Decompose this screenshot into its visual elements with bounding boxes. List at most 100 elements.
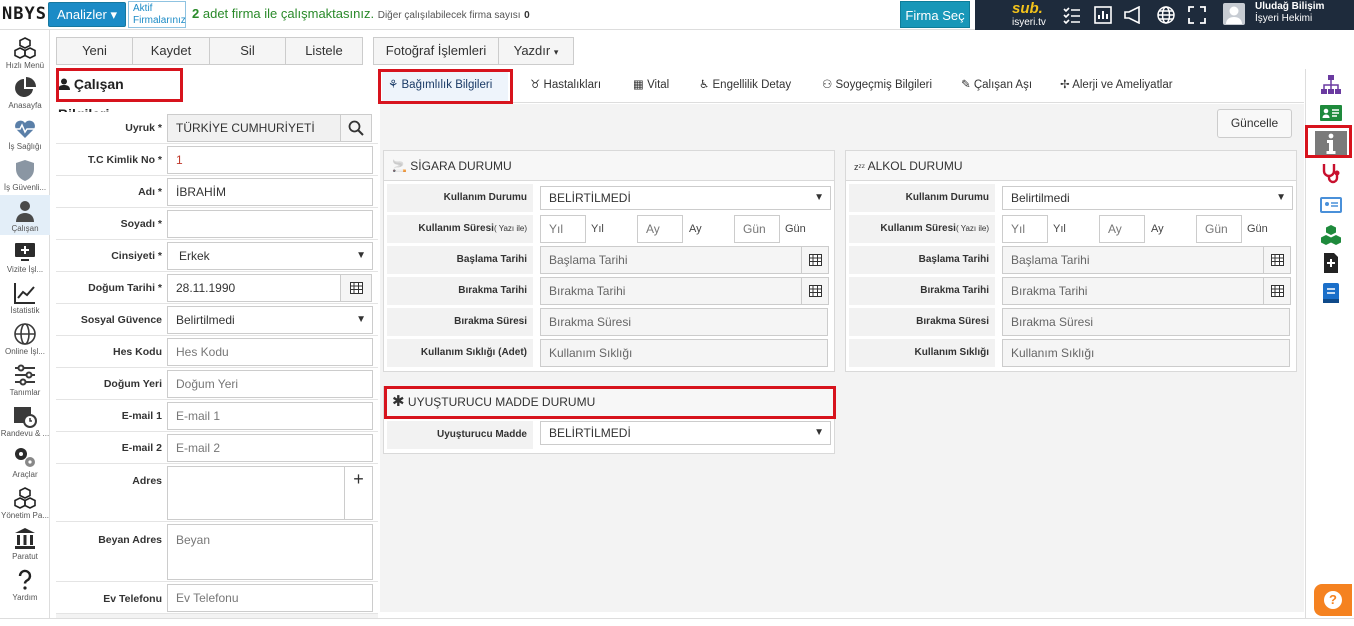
medical-monitor-icon (15, 243, 35, 261)
sosyal-guvence-select[interactable]: Belirtilmedi ▼ (167, 306, 373, 334)
aktif-firmalar-box[interactable]: Aktif Firmalarınız (128, 1, 186, 28)
nav-istatistik[interactable]: İstatistik (0, 277, 50, 317)
stethoscope-icon[interactable] (1320, 162, 1342, 184)
sub-isyeri-tv-logo[interactable]: sub. isyeri.tv (1012, 1, 1046, 30)
sigara-birakma-tarihi-input[interactable]: Bırakma Tarihi (540, 277, 802, 305)
kaydet-button[interactable]: Kaydet (132, 37, 210, 65)
green-cubes-icon[interactable] (1320, 224, 1342, 246)
email2-input[interactable]: E-mail 2 (167, 434, 373, 462)
tab-bagimlilik-bilgileri[interactable]: ⚘ Bağımlılık Bilgileri (382, 69, 508, 103)
nav-calisan[interactable]: Çalışan (0, 195, 50, 235)
guncelle-button[interactable]: Güncelle (1217, 109, 1292, 138)
cinsiyet-select[interactable]: Erkek ▼ (167, 242, 373, 270)
nav-is-sagligi[interactable]: İş Sağlığı (0, 113, 50, 153)
plus-icon: + (353, 469, 364, 489)
id-card-icon[interactable] (1320, 102, 1342, 124)
nav-araclar[interactable]: Araçlar (0, 441, 50, 481)
dogum-tarihi-input[interactable]: 28.11.1990 (167, 274, 341, 302)
sigara-yil-input[interactable]: Yıl (540, 215, 586, 243)
medical-file-icon[interactable] (1320, 252, 1342, 274)
firma-sec-button[interactable]: Firma Seç (900, 1, 970, 28)
line-chart-icon (14, 283, 35, 304)
nav-paratut[interactable]: Paratut (0, 523, 50, 563)
alkol-baslama-tarihi-row: Başlama Tarihi Başlama Tarihi (849, 246, 1295, 274)
nav-vizite[interactable]: Vizite İşl... (0, 236, 50, 276)
nav-randevu[interactable]: Randevu & ... (0, 400, 50, 440)
caret-down-icon: ▾ (553, 47, 559, 57)
bank-icon (15, 528, 35, 549)
alkol-baslama-tarihi-input[interactable]: Başlama Tarihi (1002, 246, 1264, 274)
calendar-grid-icon (1271, 254, 1284, 266)
sigara-ay-input[interactable]: Ay (637, 215, 683, 243)
email1-input[interactable]: E-mail 1 (167, 402, 373, 430)
sigara-birakma-calendar-button[interactable] (801, 277, 829, 305)
alkol-yil-input[interactable]: Yıl (1002, 215, 1048, 243)
notebook-icon[interactable] (1320, 282, 1342, 304)
alkol-gun-input[interactable]: Gün (1196, 215, 1242, 243)
add-adres-button[interactable]: + (344, 466, 373, 520)
fotograf-islemleri-button[interactable]: Fotoğraf İşlemleri (373, 37, 499, 65)
listele-button[interactable]: Listele (285, 37, 363, 65)
yeni-button[interactable]: Yeni (56, 37, 133, 65)
user-name[interactable]: Uludağ Bilişim İşyeri Hekimi (1255, 1, 1324, 25)
megaphone-icon[interactable] (1123, 5, 1145, 25)
uyruk-input[interactable]: TÜRKİYE CUMHURİYETİ (167, 114, 341, 142)
fullscreen-icon[interactable] (1188, 6, 1206, 24)
globe-icon[interactable] (1157, 6, 1175, 24)
sigara-birakma-suresi-input[interactable]: Bırakma Süresi (540, 308, 828, 336)
report-chart-icon[interactable] (1094, 6, 1112, 24)
wheelchair-icon: ♿ (699, 79, 710, 91)
dogum-yeri-input[interactable]: Doğum Yeri (167, 370, 373, 398)
nav-anasayfa[interactable]: Anasayfa (0, 72, 50, 112)
user-avatar[interactable] (1223, 3, 1245, 25)
nav-is-guvenligi[interactable]: İş Güvenli... (0, 154, 50, 194)
analizler-dropdown-button[interactable]: Analizler ▾ (48, 2, 126, 27)
tc-kimlik-input[interactable]: 1 (167, 146, 373, 174)
tab-alerji-ameliyatlar[interactable]: ✢ Alerji ve Ameliyatlar (1060, 69, 1173, 103)
help-button[interactable]: ? (1314, 584, 1352, 616)
alkol-baslama-calendar-button[interactable] (1263, 246, 1291, 274)
alkol-birakma-tarihi-row: Bırakma Tarihi Bırakma Tarihi (849, 277, 1295, 305)
alkol-kullanim-durumu-select[interactable]: Belirtilmedi ▼ (1002, 186, 1293, 210)
nav-online-islemler[interactable]: Online İşl... (0, 318, 50, 358)
adres-textarea[interactable] (167, 466, 345, 520)
syringe-icon: ✎ (961, 79, 971, 91)
ev-telefonu-input[interactable]: Ev Telefonu (167, 584, 373, 612)
alkol-birakma-tarihi-input[interactable]: Bırakma Tarihi (1002, 277, 1264, 305)
org-chart-icon[interactable] (1320, 74, 1342, 96)
info-icon[interactable] (1315, 131, 1347, 157)
adi-input[interactable]: İBRAHİM (167, 178, 373, 206)
sil-button[interactable]: Sil (209, 37, 286, 65)
tab-hastaliklari[interactable]: ♉ Hastalıkları (530, 69, 601, 103)
contact-card-icon[interactable] (1320, 194, 1342, 216)
soyadi-input[interactable] (167, 210, 373, 238)
nav-yardim[interactable]: Yardım (0, 564, 50, 604)
sigara-gun-input[interactable]: Gün (734, 215, 780, 243)
sigara-baslama-tarihi-input[interactable]: Başlama Tarihi (540, 246, 802, 274)
sigara-baslama-calendar-button[interactable] (801, 246, 829, 274)
sigara-kullanim-sikligi-input[interactable]: Kullanım Sıklığı (540, 339, 828, 367)
uyusturucu-madde-select[interactable]: BELİRTİLMEDİ ▼ (540, 421, 831, 445)
nav-yonetim-paneli[interactable]: Yönetim Pa... (0, 482, 50, 522)
alkol-kullanim-sikligi-input[interactable]: Kullanım Sıklığı (1002, 339, 1290, 367)
tab-engellilik-detay[interactable]: ♿ Engellilik Detay (699, 69, 791, 103)
alkol-kullanim-sikligi-row: Kullanım Sıklığı Kullanım Sıklığı (849, 339, 1295, 367)
alkol-ay-input[interactable]: Ay (1099, 215, 1145, 243)
task-list-icon[interactable] (1063, 6, 1081, 25)
alkol-birakma-calendar-button[interactable] (1263, 277, 1291, 305)
uyruk-search-button[interactable] (340, 114, 372, 142)
alkol-birakma-suresi-input[interactable]: Bırakma Süresi (1002, 308, 1290, 336)
sliders-icon (15, 364, 35, 386)
calendar-clock-icon (14, 407, 37, 428)
tab-calisan-asi[interactable]: ✎ Çalışan Aşı (961, 69, 1032, 103)
beyan-adres-textarea[interactable]: Beyan (167, 524, 373, 580)
tab-vital[interactable]: ▦ Vital (633, 69, 669, 103)
dogum-tarihi-calendar-button[interactable] (340, 274, 372, 302)
yazdir-dropdown-button[interactable]: Yazdır ▾ (498, 37, 574, 65)
tab-soygecmis-bilgileri[interactable]: ⚇ Soygeçmiş Bilgileri (822, 69, 932, 103)
nav-hizli-menu[interactable]: Hızlı Menü (0, 32, 50, 72)
nav-tanimlar[interactable]: Tanımlar (0, 359, 50, 399)
hes-kodu-input[interactable]: Hes Kodu (167, 338, 373, 366)
calendar-grid-icon (349, 282, 363, 294)
sigara-kullanim-durumu-select[interactable]: BELİRTİLMEDİ ▼ (540, 186, 831, 210)
